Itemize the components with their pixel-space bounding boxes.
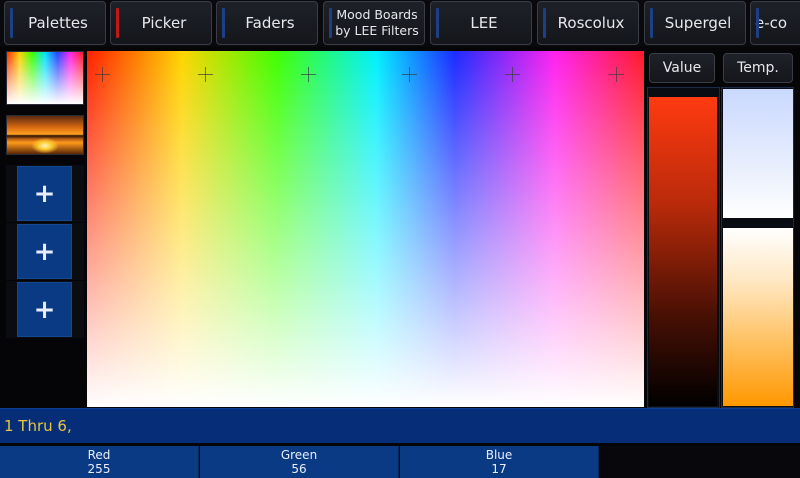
temperature-cool-slider[interactable]: [723, 89, 793, 218]
tab-label: Faders: [245, 13, 295, 32]
temperature-warm-slider[interactable]: [723, 228, 793, 406]
crosshair-marker[interactable]: [95, 67, 110, 82]
crosshair-marker[interactable]: [198, 67, 213, 82]
tab-mood-boards[interactable]: Mood Boards by LEE Filters: [323, 1, 425, 45]
tab-label: Palettes: [28, 13, 88, 32]
sunset-image-thumbnail[interactable]: [6, 115, 84, 155]
tab-label: Supergel: [664, 13, 732, 32]
add-image-button[interactable]: +: [17, 282, 72, 337]
rgb-readout-bar: Red 255 Green 56 Blue 17: [0, 444, 800, 478]
crosshair-marker[interactable]: [301, 67, 316, 82]
green-label: Green: [280, 448, 318, 462]
tab-label-line-2: by LEE Filters: [335, 23, 419, 38]
tab-indicator: [436, 8, 439, 38]
blue-value: 17: [491, 462, 507, 476]
tab-supergel[interactable]: Supergel: [644, 1, 746, 45]
temperature-button[interactable]: Temp.: [723, 53, 793, 83]
tab-indicator: [543, 8, 546, 38]
tab-indicator-active: [116, 8, 119, 38]
tab-roscolux[interactable]: Roscolux: [537, 1, 639, 45]
tab-picker[interactable]: Picker: [110, 1, 212, 45]
tab-label: LEE: [470, 13, 498, 32]
tab-label: Mood Boards by LEE Filters: [329, 7, 419, 39]
tab-indicator: [650, 8, 653, 38]
blue-readout[interactable]: Blue 17: [400, 446, 599, 478]
tab-faders[interactable]: Faders: [216, 1, 318, 45]
command-line-text: 1 Thru 6,: [4, 417, 72, 435]
mood-board-sidebar: + + +: [0, 47, 86, 408]
tab-e-colour[interactable]: e-co: [750, 1, 800, 45]
tab-indicator: [756, 8, 759, 38]
add-image-button[interactable]: +: [17, 224, 72, 279]
spectrum-thumbnail[interactable]: [6, 51, 84, 105]
add-image-button[interactable]: +: [17, 166, 72, 221]
tab-label-line-1: Mood Boards: [336, 7, 418, 22]
green-readout[interactable]: Green 56: [200, 446, 399, 478]
tab-indicator: [329, 8, 332, 38]
tab-label: Picker: [141, 13, 187, 32]
red-readout[interactable]: Red 255: [0, 446, 199, 478]
crosshair-marker[interactable]: [505, 67, 520, 82]
value-slider[interactable]: [649, 97, 717, 406]
command-line[interactable]: 1 Thru 6,: [0, 408, 800, 443]
green-value: 56: [291, 462, 307, 476]
tab-palettes[interactable]: Palettes: [4, 1, 106, 45]
blue-label: Blue: [485, 448, 513, 462]
tab-indicator: [10, 8, 13, 38]
red-value: 255: [87, 462, 111, 476]
hue-saturation-picker[interactable]: [87, 51, 644, 407]
tab-label: Roscolux: [557, 13, 625, 32]
crosshair-marker[interactable]: [402, 67, 417, 82]
tab-indicator: [222, 8, 225, 38]
color-picker-screen: Palettes Picker Faders Mood Boards by LE…: [0, 0, 800, 478]
tab-bar: Palettes Picker Faders Mood Boards by LE…: [0, 0, 800, 47]
red-label: Red: [87, 448, 111, 462]
value-button[interactable]: Value: [649, 53, 715, 83]
tab-lee[interactable]: LEE: [430, 1, 532, 45]
empty-readout-slot: [601, 446, 800, 478]
crosshair-marker[interactable]: [609, 67, 624, 82]
